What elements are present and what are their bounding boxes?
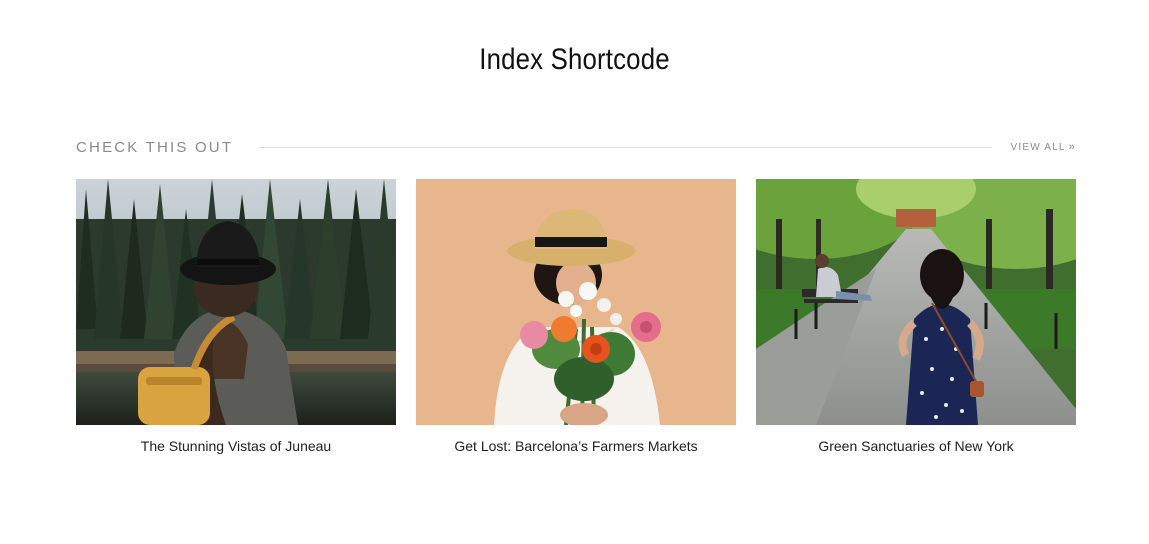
post-title[interactable]: The Stunning Vistas of Juneau [76,437,396,455]
post-grid: The Stunning Vistas of Juneau Get Lost: … [76,179,1076,455]
view-all-label: VIEW ALL [1010,141,1066,153]
section-header: CHECK THIS OUT VIEW ALL » [76,136,1076,158]
post-image-flowers[interactable] [416,179,736,425]
post-card[interactable]: Green Sanctuaries of New York [756,179,1076,455]
post-card[interactable]: Get Lost: Barcelona’s Farmers Markets [416,179,736,455]
post-title[interactable]: Get Lost: Barcelona’s Farmers Markets [416,437,736,455]
post-image-forest[interactable] [76,179,396,425]
post-image-park[interactable] [756,179,1076,425]
double-chevron-right-icon: » [1068,141,1076,153]
view-all-link[interactable]: VIEW ALL » [1010,142,1076,153]
section-heading: CHECK THIS OUT [76,138,234,156]
post-title[interactable]: Green Sanctuaries of New York [756,437,1076,455]
page-title: Index Shortcode [479,43,670,77]
section-divider [259,146,993,148]
post-card[interactable]: The Stunning Vistas of Juneau [76,179,396,455]
